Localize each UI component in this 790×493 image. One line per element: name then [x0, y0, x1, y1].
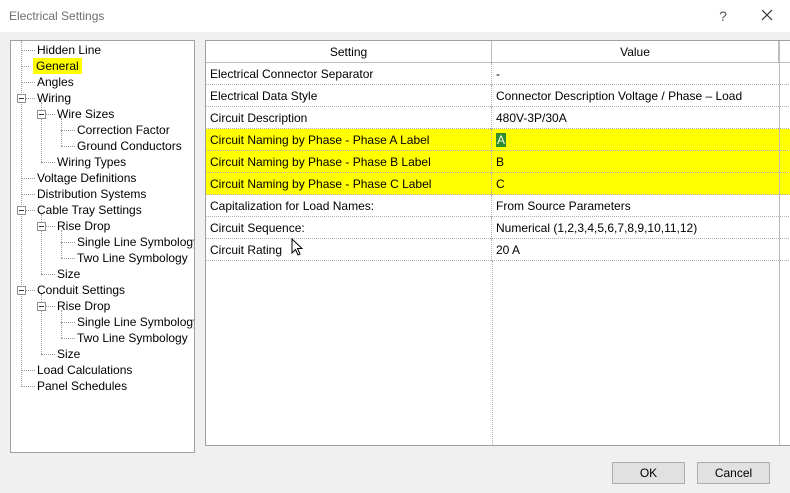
setting-cell: Circuit Naming by Phase - Phase C Label: [206, 173, 492, 195]
tree-item-load-calculations[interactable]: Load Calculations: [37, 362, 132, 378]
title-bar: Electrical Settings ?: [0, 0, 790, 32]
tree-item-general[interactable]: General: [33, 58, 82, 74]
cancel-button[interactable]: Cancel: [697, 462, 770, 484]
tree-item-correction-factor[interactable]: Correction Factor: [77, 122, 170, 138]
tree-connector: [61, 258, 75, 259]
tree-connector: [21, 194, 35, 195]
tree-item-single-line-symbology[interactable]: Single Line Symbology: [77, 234, 194, 250]
collapse-icon[interactable]: [17, 206, 26, 215]
collapse-icon[interactable]: [17, 94, 26, 103]
tree-connector: [21, 66, 29, 67]
table-row[interactable]: Circuit Naming by Phase - Phase B Label …: [206, 151, 790, 173]
value-cell[interactable]: A: [492, 129, 779, 151]
tree-connector: [46, 114, 55, 115]
table-row[interactable]: Circuit Sequence: Numerical (1,2,3,4,5,6…: [206, 217, 790, 239]
tree-item-ground-conductors[interactable]: Ground Conductors: [77, 138, 182, 154]
tree-connector: [61, 230, 62, 258]
tree-item-two-line-symbology[interactable]: Two Line Symbology: [77, 250, 188, 266]
help-icon[interactable]: ?: [712, 5, 734, 27]
tree-connector: [46, 306, 55, 307]
tree-connector: [41, 274, 55, 275]
value-cell[interactable]: Connector Description Voltage / Phase – …: [492, 85, 779, 107]
setting-cell: Electrical Data Style: [206, 85, 492, 107]
tree-item-panel-schedules[interactable]: Panel Schedules: [37, 378, 127, 394]
value-cell[interactable]: -: [492, 63, 779, 85]
column-divider: [492, 261, 493, 445]
value-cell[interactable]: Numerical (1,2,3,4,5,6,7,8,9,10,11,12): [492, 217, 779, 239]
table-row[interactable]: Circuit Naming by Phase - Phase C Label …: [206, 173, 790, 195]
setting-cell: Electrical Connector Separator: [206, 63, 492, 85]
tree-connector: [46, 226, 55, 227]
value-cell[interactable]: 480V-3P/30A: [492, 107, 779, 129]
mouse-cursor-icon: [291, 238, 304, 256]
tree-connector: [61, 130, 75, 131]
collapse-icon[interactable]: [17, 286, 26, 295]
window-title: Electrical Settings: [9, 9, 105, 23]
tree-connector: [61, 310, 62, 338]
tree-item-wire-sizes[interactable]: Wire Sizes: [57, 106, 114, 122]
column-header-setting[interactable]: Setting: [206, 41, 492, 63]
setting-cell: Circuit Description: [206, 107, 492, 129]
ok-button[interactable]: OK: [612, 462, 685, 484]
tree-item-conduit-settings[interactable]: Conduit Settings: [37, 282, 125, 298]
tree-item-rise-drop[interactable]: Rise Drop: [57, 218, 110, 234]
tree-item-voltage-definitions[interactable]: Voltage Definitions: [37, 170, 136, 186]
tree-item-two-line-symbology[interactable]: Two Line Symbology: [77, 330, 188, 346]
tree-connector: [26, 98, 35, 99]
table-row[interactable]: Capitalization for Load Names: From Sour…: [206, 195, 790, 217]
tree-item-cable-tray-settings[interactable]: Cable Tray Settings: [37, 202, 142, 218]
column-header-value[interactable]: Value: [492, 41, 779, 63]
collapse-icon[interactable]: [37, 302, 46, 311]
tree-connector: [21, 370, 35, 371]
table-row[interactable]: Electrical Connector Separator -: [206, 63, 790, 85]
value-cell[interactable]: C: [492, 173, 779, 195]
table-row[interactable]: Circuit Naming by Phase - Phase A Label …: [206, 129, 790, 151]
tree-connector: [26, 210, 35, 211]
tree-connector: [61, 146, 75, 147]
setting-cell: Circuit Sequence:: [206, 217, 492, 239]
tree-connector: [21, 178, 35, 179]
value-cell[interactable]: B: [492, 151, 779, 173]
tree-connector: [26, 290, 35, 291]
table-row[interactable]: Circuit Description 480V-3P/30A: [206, 107, 790, 129]
value-cell[interactable]: From Source Parameters: [492, 195, 779, 217]
column-divider: [779, 41, 780, 445]
collapse-icon[interactable]: [37, 110, 46, 119]
tree-item-distribution-systems[interactable]: Distribution Systems: [37, 186, 146, 202]
close-icon[interactable]: [756, 4, 778, 26]
setting-cell: Circuit Rating: [206, 239, 492, 261]
tree-item-hidden-line[interactable]: Hidden Line: [37, 42, 101, 58]
table-row[interactable]: Electrical Data Style Connector Descript…: [206, 85, 790, 107]
settings-tree[interactable]: Hidden Line General Angles Wiring Wire S…: [10, 40, 195, 453]
tree-connector: [41, 354, 55, 355]
setting-cell: Circuit Naming by Phase - Phase A Label: [206, 129, 492, 151]
tree-connector: [61, 338, 75, 339]
tree-item-size[interactable]: Size: [57, 346, 80, 362]
tree-item-size[interactable]: Size: [57, 266, 80, 282]
tree-connector: [21, 50, 35, 51]
tree-connector: [61, 322, 75, 323]
value-cell[interactable]: 20 A: [492, 239, 779, 261]
setting-cell: Capitalization for Load Names:: [206, 195, 492, 217]
tree-item-single-line-symbology[interactable]: Single Line Symbology: [77, 314, 194, 330]
collapse-icon[interactable]: [37, 222, 46, 231]
tree-connector: [61, 118, 62, 146]
selected-text[interactable]: A: [496, 133, 507, 147]
tree-item-wiring[interactable]: Wiring: [37, 90, 71, 106]
tree-item-rise-drop[interactable]: Rise Drop: [57, 298, 110, 314]
tree-item-angles[interactable]: Angles: [37, 74, 74, 90]
tree-connector: [61, 242, 75, 243]
tree-connector: [21, 82, 35, 83]
grid-header: Setting Value: [206, 41, 790, 63]
tree-connector: [41, 162, 55, 163]
setting-cell: Circuit Naming by Phase - Phase B Label: [206, 151, 492, 173]
tree-connector: [21, 386, 35, 387]
tree-item-wiring-types[interactable]: Wiring Types: [57, 154, 126, 170]
